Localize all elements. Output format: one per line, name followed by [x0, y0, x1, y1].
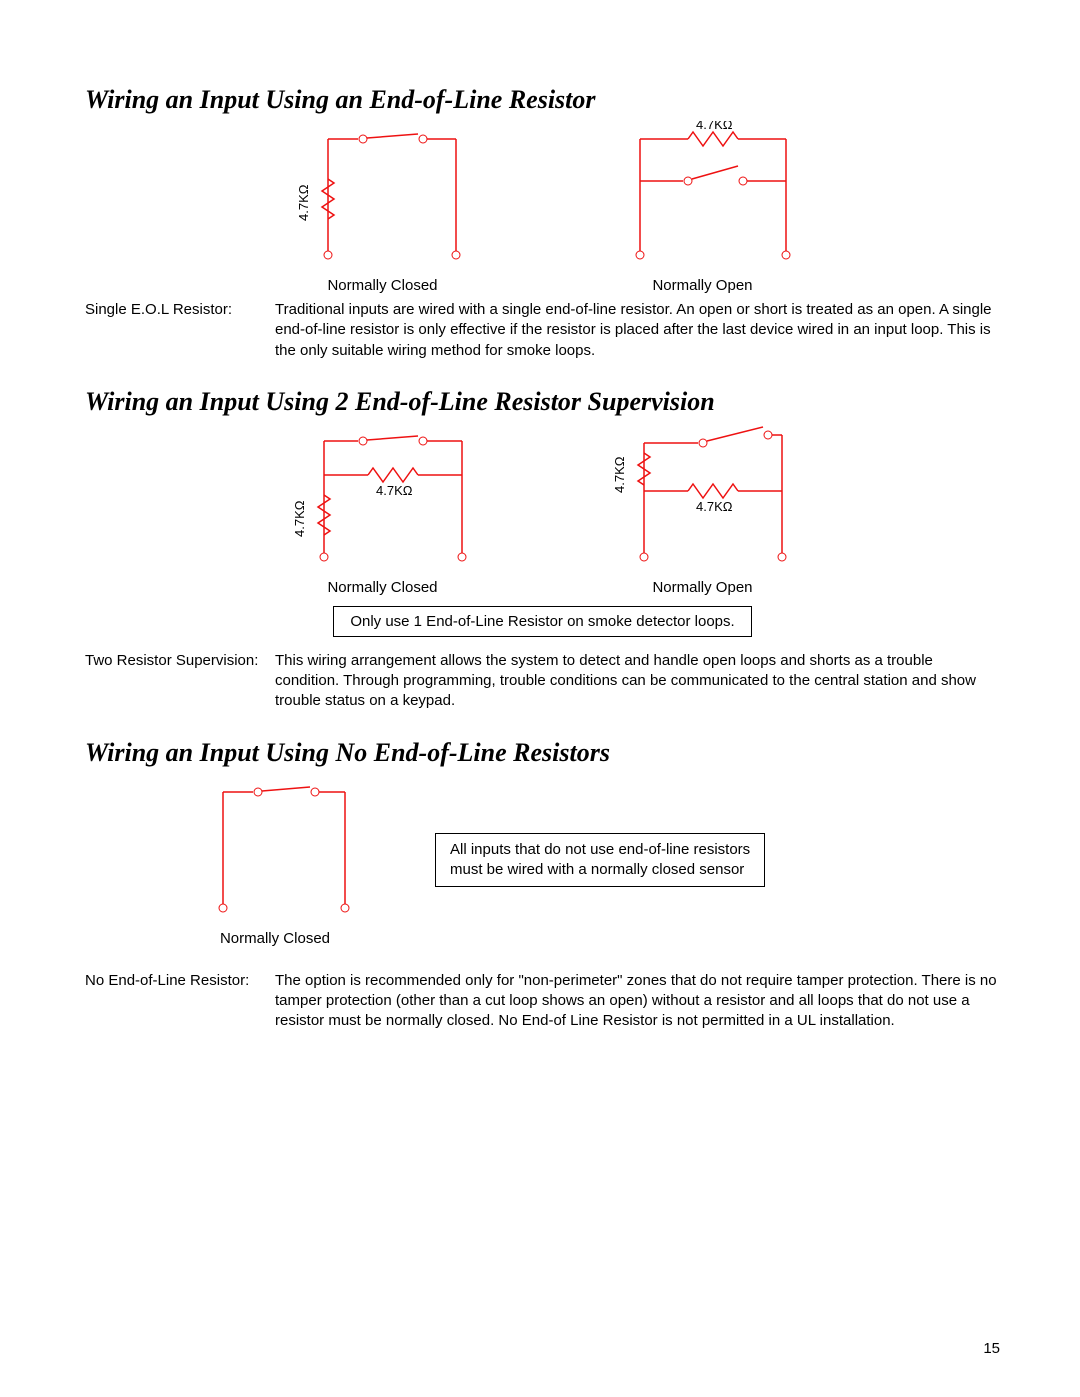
caption-no-eol: Normally Closed — [220, 930, 330, 947]
resistor-label-top: 4.7KΩ — [696, 121, 733, 132]
section2-note: Only use 1 End-of-Line Resistor on smoke… — [333, 606, 751, 637]
caption-no2: Normally Open — [652, 579, 752, 596]
section2-diagrams: 4.7KΩ 4.7KΩ Normally Closed — [85, 423, 1000, 596]
diagram-no-two-eol: 4.7KΩ 4.7KΩ Normally Open — [588, 423, 818, 596]
desc-label-3: No End-of-Line Resistor: — [85, 971, 275, 1032]
diagram-no-single-eol: 4.7KΩ Normally Open — [588, 121, 818, 294]
section2-title: Wiring an Input Using 2 End-of-Line Resi… — [85, 387, 1000, 417]
desc-body-2: This wiring arrangement allows the syste… — [275, 651, 1000, 712]
section1-title: Wiring an Input Using an End-of-Line Res… — [85, 85, 1000, 115]
resistor-label-inner: 4.7KΩ — [696, 499, 733, 514]
resistor-label: 4.7KΩ — [296, 184, 311, 221]
desc-label-1: Single E.O.L Resistor: — [85, 300, 275, 361]
caption-no: Normally Open — [652, 277, 752, 294]
section3-title: Wiring an Input Using No End-of-Line Res… — [85, 738, 1000, 768]
resistor-label-series2: 4.7KΩ — [612, 456, 627, 493]
section1-diagrams: 4.7KΩ Normally Closed 4.7KΩ — [85, 121, 1000, 294]
resistor-label-series: 4.7KΩ — [292, 500, 307, 537]
section3-note-line1: All inputs that do not use end-of-line r… — [450, 841, 750, 858]
section2-desc: Two Resistor Supervision: This wiring ar… — [85, 651, 1000, 712]
resistor-label-mid: 4.7KΩ — [376, 483, 413, 498]
diagram-nc-two-eol: 4.7KΩ 4.7KΩ Normally Closed — [268, 423, 498, 596]
section1-desc: Single E.O.L Resistor: Traditional input… — [85, 300, 1000, 361]
desc-body-3: The option is recommended only for "non-… — [275, 971, 1000, 1032]
diagram-no-eol: Normally Closed — [175, 774, 375, 947]
diagram-nc-single-eol: 4.7KΩ Normally Closed — [268, 121, 498, 294]
section3-note-line2: must be wired with a normally closed sen… — [450, 861, 744, 878]
caption-nc2: Normally Closed — [327, 579, 437, 596]
page-number: 15 — [983, 1340, 1000, 1357]
desc-body-1: Traditional inputs are wired with a sing… — [275, 300, 1000, 361]
caption-nc: Normally Closed — [327, 277, 437, 294]
desc-label-2: Two Resistor Supervision: — [85, 651, 275, 712]
section3-desc: No End-of-Line Resistor: The option is r… — [85, 971, 1000, 1032]
section3-note: All inputs that do not use end-of-line r… — [435, 833, 765, 888]
